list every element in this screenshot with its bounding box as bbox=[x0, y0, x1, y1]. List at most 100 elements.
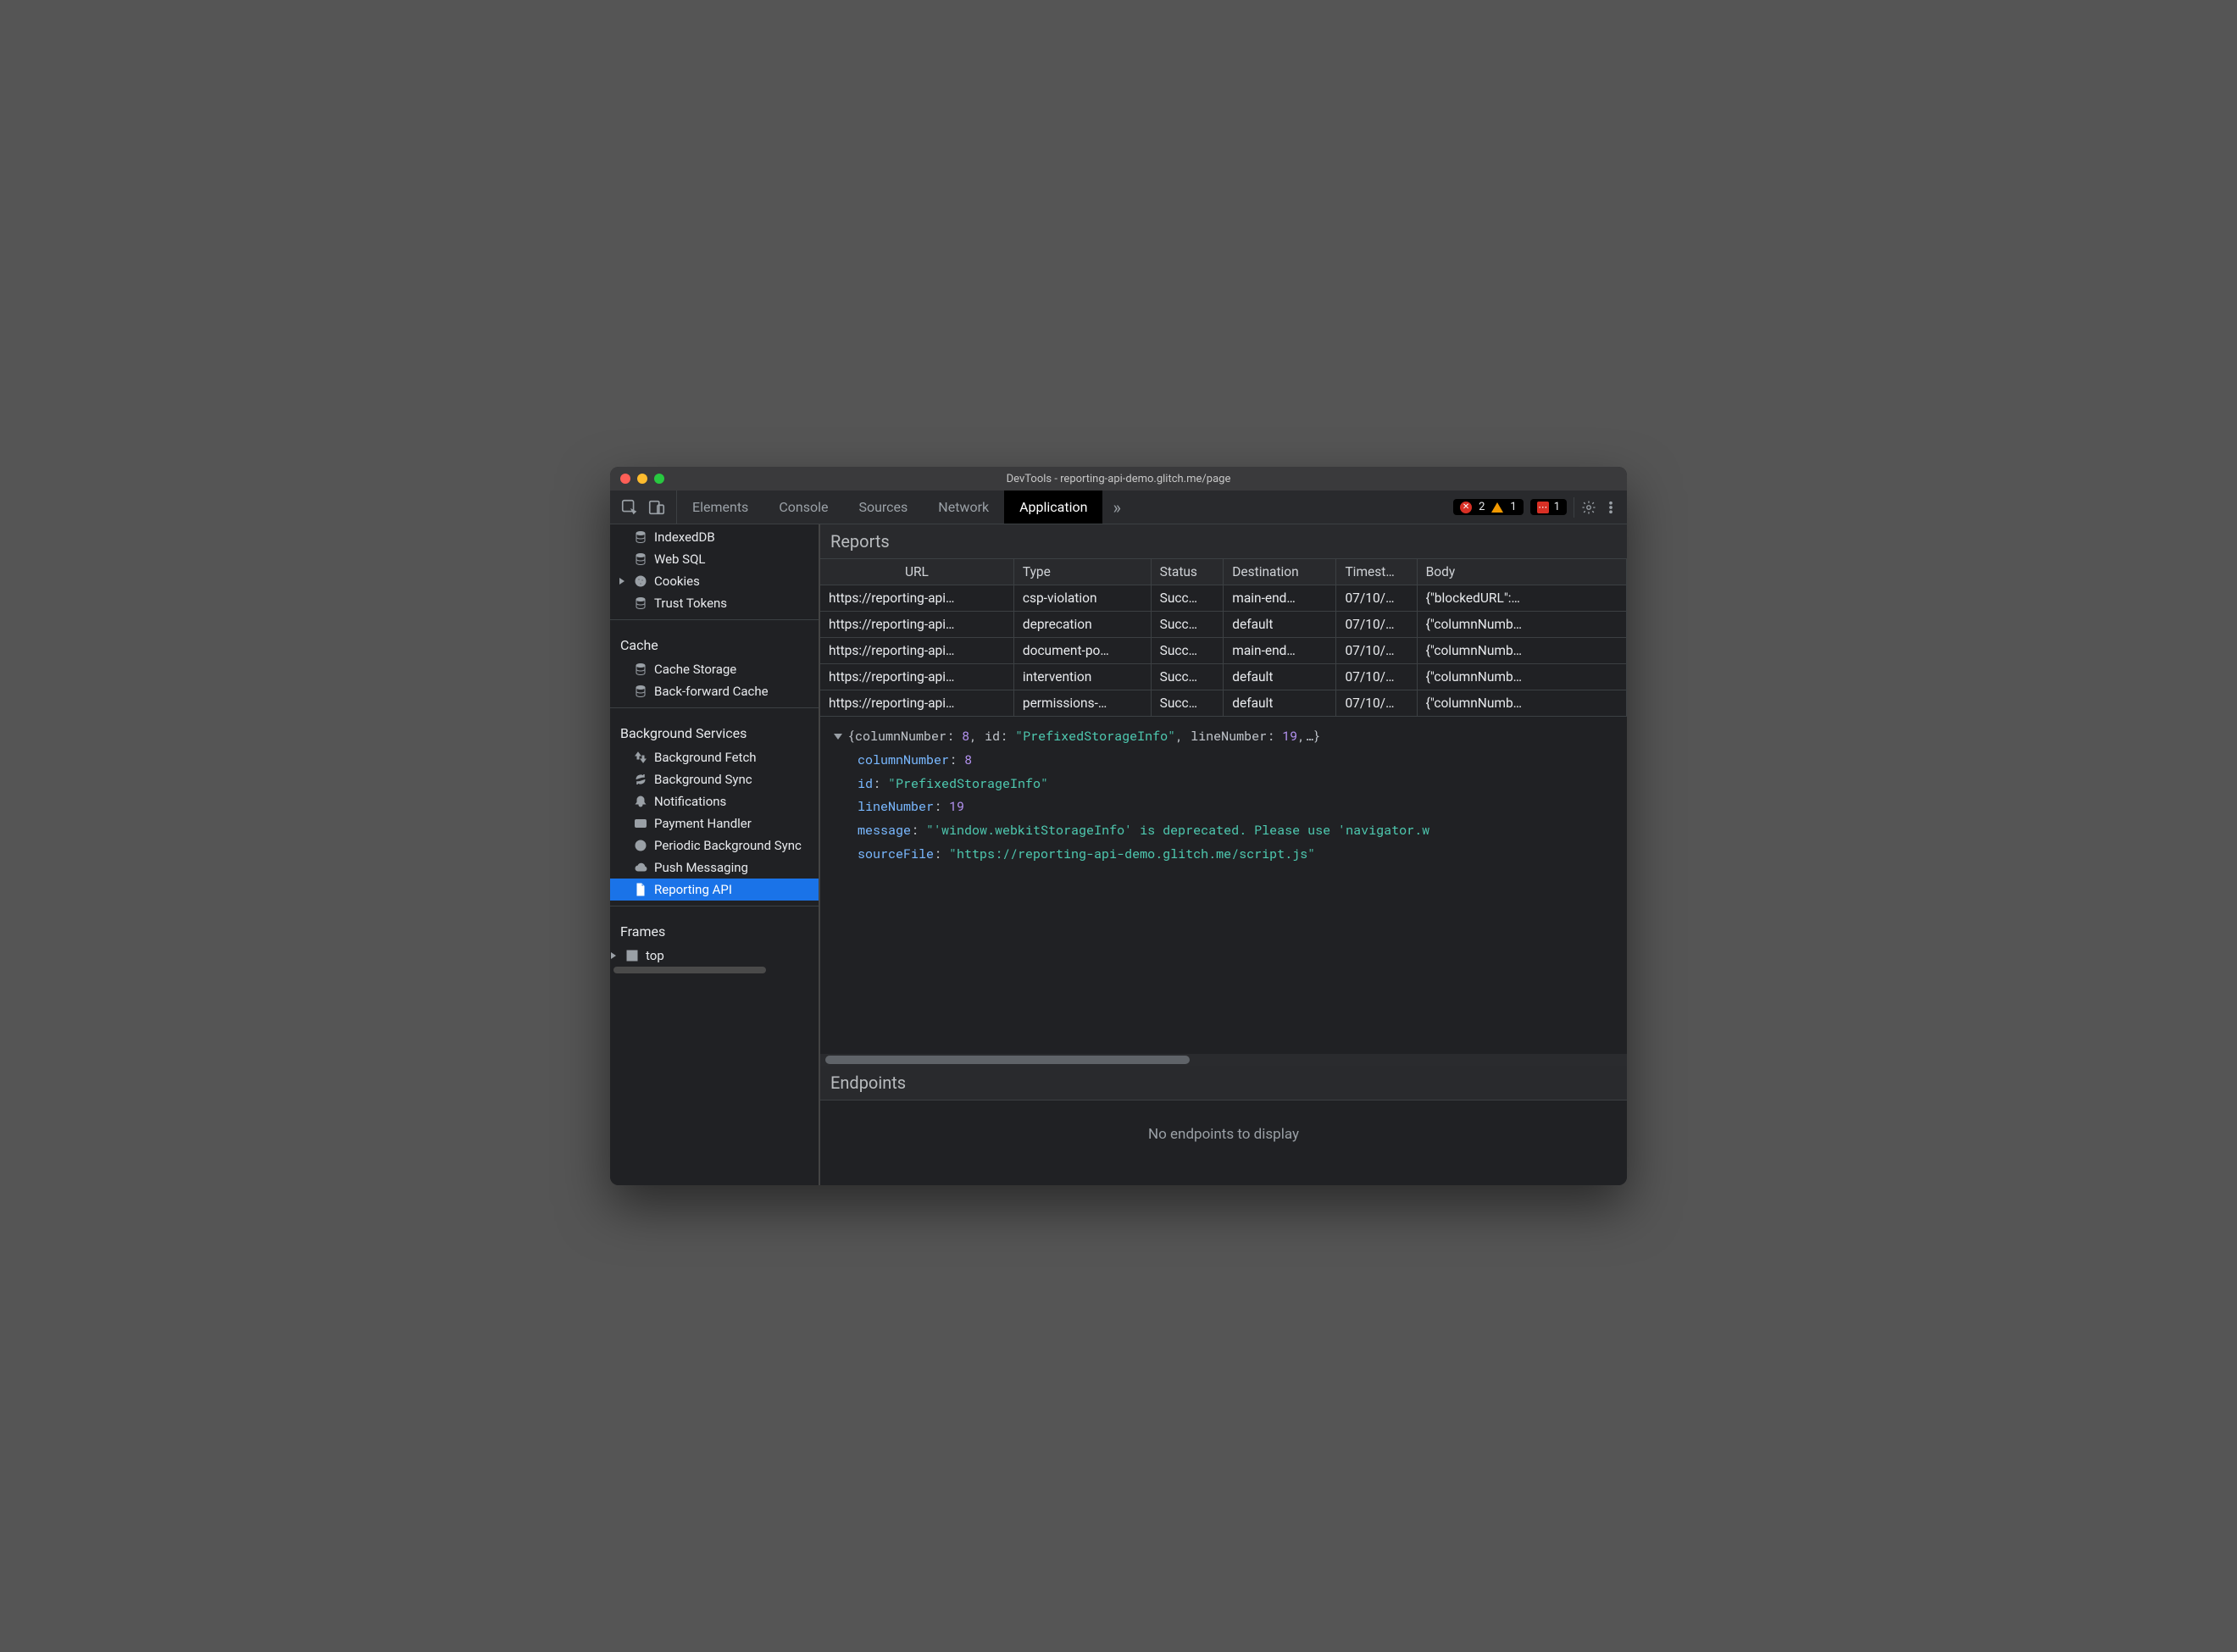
cell-body: {"columnNumb… bbox=[1417, 664, 1626, 690]
sidebar-item-label: IndexedDB bbox=[654, 529, 715, 545]
cell-destination: main-end… bbox=[1224, 638, 1336, 664]
clock-icon bbox=[634, 839, 647, 852]
sidebar-item-label: Background Sync bbox=[654, 772, 752, 787]
sidebar-item-indexeddb[interactable]: IndexedDB bbox=[610, 526, 819, 548]
endpoints-section-header: Endpoints bbox=[820, 1066, 1627, 1100]
sidebar-item-bgsync[interactable]: Background Sync bbox=[610, 768, 819, 790]
sidebar-item-label: Trust Tokens bbox=[654, 596, 727, 611]
tab-sources[interactable]: Sources bbox=[843, 491, 923, 524]
col-status[interactable]: Status bbox=[1151, 559, 1224, 585]
sidebar-item-cookies[interactable]: Cookies bbox=[610, 570, 819, 592]
error-icon: ✕ bbox=[1460, 502, 1472, 513]
cell-destination: main-end… bbox=[1224, 585, 1336, 612]
reports-table: URL Type Status Destination Timest… Body… bbox=[820, 559, 1627, 717]
tab-network[interactable]: Network bbox=[923, 491, 1004, 524]
issue-count: 1 bbox=[1554, 501, 1560, 513]
kebab-menu-icon[interactable] bbox=[1603, 500, 1618, 515]
database-icon bbox=[634, 662, 647, 676]
sidebar-item-label: Push Messaging bbox=[654, 860, 748, 875]
col-type[interactable]: Type bbox=[1013, 559, 1151, 585]
device-toolbar-icon[interactable] bbox=[647, 498, 666, 517]
sidebar-item-cachestorage[interactable]: Cache Storage bbox=[610, 658, 819, 680]
cell-body: {"columnNumb… bbox=[1417, 638, 1626, 664]
sidebar-item-bgfetch[interactable]: Background Fetch bbox=[610, 746, 819, 768]
application-sidebar[interactable]: IndexedDB Web SQL Cookies Trust Tokens C… bbox=[610, 524, 820, 1185]
sidebar-item-websql[interactable]: Web SQL bbox=[610, 548, 819, 570]
sidebar-item-frame-top[interactable]: top bbox=[610, 945, 819, 967]
cell-status: Succ… bbox=[1151, 585, 1224, 612]
traffic-lights bbox=[610, 474, 664, 484]
sidebar-item-payment[interactable]: Payment Handler bbox=[610, 812, 819, 834]
tabs-overflow-button[interactable]: » bbox=[1102, 491, 1130, 524]
collapse-icon[interactable] bbox=[834, 734, 842, 740]
tab-console[interactable]: Console bbox=[763, 491, 843, 524]
tab-application[interactable]: Application bbox=[1004, 491, 1102, 524]
console-status-badge[interactable]: ✕ 2 1 bbox=[1453, 499, 1524, 515]
reports-section-header: Reports bbox=[820, 524, 1627, 559]
col-body[interactable]: Body bbox=[1417, 559, 1626, 585]
cell-timestamp: 07/10/… bbox=[1336, 690, 1417, 717]
table-row[interactable]: https://reporting-api…document-po…Succ…m… bbox=[820, 638, 1627, 664]
sidebar-item-trusttokens[interactable]: Trust Tokens bbox=[610, 592, 819, 614]
horizontal-scrollbar[interactable] bbox=[610, 967, 819, 977]
sidebar-item-reporting[interactable]: Reporting API bbox=[610, 879, 819, 901]
col-url[interactable]: URL bbox=[820, 559, 1013, 585]
sidebar-item-label: Notifications bbox=[654, 794, 726, 809]
endpoints-empty-message: No endpoints to display bbox=[820, 1100, 1627, 1185]
database-icon bbox=[634, 596, 647, 610]
issue-icon: ⋯ bbox=[1537, 502, 1549, 513]
expand-arrow-icon bbox=[619, 577, 627, 585]
issues-badge[interactable]: ⋯ 1 bbox=[1530, 499, 1567, 515]
sidebar-group-frames: Frames bbox=[610, 912, 819, 945]
horizontal-scrollbar[interactable] bbox=[820, 1054, 1627, 1066]
file-icon bbox=[634, 883, 647, 896]
cell-destination: default bbox=[1224, 612, 1336, 638]
sidebar-item-push[interactable]: Push Messaging bbox=[610, 856, 819, 879]
sidebar-item-bfcache[interactable]: Back-forward Cache bbox=[610, 680, 819, 702]
cell-timestamp: 07/10/… bbox=[1336, 585, 1417, 612]
sidebar-item-label: Periodic Background Sync bbox=[654, 838, 802, 853]
tab-elements[interactable]: Elements bbox=[677, 491, 763, 524]
window-title: DevTools - reporting-api-demo.glitch.me/… bbox=[610, 473, 1627, 485]
scrollbar-thumb[interactable] bbox=[825, 1056, 1190, 1064]
cell-type: deprecation bbox=[1013, 612, 1151, 638]
settings-icon[interactable] bbox=[1581, 500, 1596, 515]
table-row[interactable]: https://reporting-api…csp-violationSucc…… bbox=[820, 585, 1627, 612]
sidebar-item-label: Web SQL bbox=[654, 552, 705, 567]
updown-icon bbox=[634, 751, 647, 764]
cell-timestamp: 07/10/… bbox=[1336, 612, 1417, 638]
sidebar-group-bgservices: Background Services bbox=[610, 713, 819, 746]
frame-icon bbox=[625, 949, 639, 962]
report-detail-pane[interactable]: {columnNumber: 8, id: "PrefixedStorageIn… bbox=[820, 717, 1627, 1054]
cell-timestamp: 07/10/… bbox=[1336, 638, 1417, 664]
sidebar-item-notifications[interactable]: Notifications bbox=[610, 790, 819, 812]
sidebar-item-label: Cache Storage bbox=[654, 662, 736, 677]
cell-type: intervention bbox=[1013, 664, 1151, 690]
cell-status: Succ… bbox=[1151, 690, 1224, 717]
window-zoom-button[interactable] bbox=[654, 474, 664, 484]
sync-icon bbox=[634, 773, 647, 786]
window-minimize-button[interactable] bbox=[637, 474, 647, 484]
reporting-api-panel: Reports URL Type Status Destination Time… bbox=[820, 524, 1627, 1185]
database-icon bbox=[634, 685, 647, 698]
cell-status: Succ… bbox=[1151, 638, 1224, 664]
error-count: 2 bbox=[1479, 501, 1485, 513]
cell-destination: default bbox=[1224, 664, 1336, 690]
col-destination[interactable]: Destination bbox=[1224, 559, 1336, 585]
bell-icon bbox=[634, 795, 647, 808]
sidebar-item-label: Cookies bbox=[654, 574, 700, 589]
table-row[interactable]: https://reporting-api…deprecationSucc…de… bbox=[820, 612, 1627, 638]
cell-body: {"columnNumb… bbox=[1417, 690, 1626, 717]
col-timestamp[interactable]: Timest… bbox=[1336, 559, 1417, 585]
window-close-button[interactable] bbox=[620, 474, 630, 484]
table-row[interactable]: https://reporting-api…interventionSucc…d… bbox=[820, 664, 1627, 690]
warning-icon bbox=[1491, 502, 1503, 513]
database-icon bbox=[634, 552, 647, 566]
table-row[interactable]: https://reporting-api…permissions-…Succ…… bbox=[820, 690, 1627, 717]
cookie-icon bbox=[634, 574, 647, 588]
expand-arrow-icon bbox=[610, 951, 619, 960]
inspect-element-icon[interactable] bbox=[620, 498, 639, 517]
sidebar-item-periodic[interactable]: Periodic Background Sync bbox=[610, 834, 819, 856]
cell-url: https://reporting-api… bbox=[820, 585, 1013, 612]
divider bbox=[610, 707, 819, 708]
